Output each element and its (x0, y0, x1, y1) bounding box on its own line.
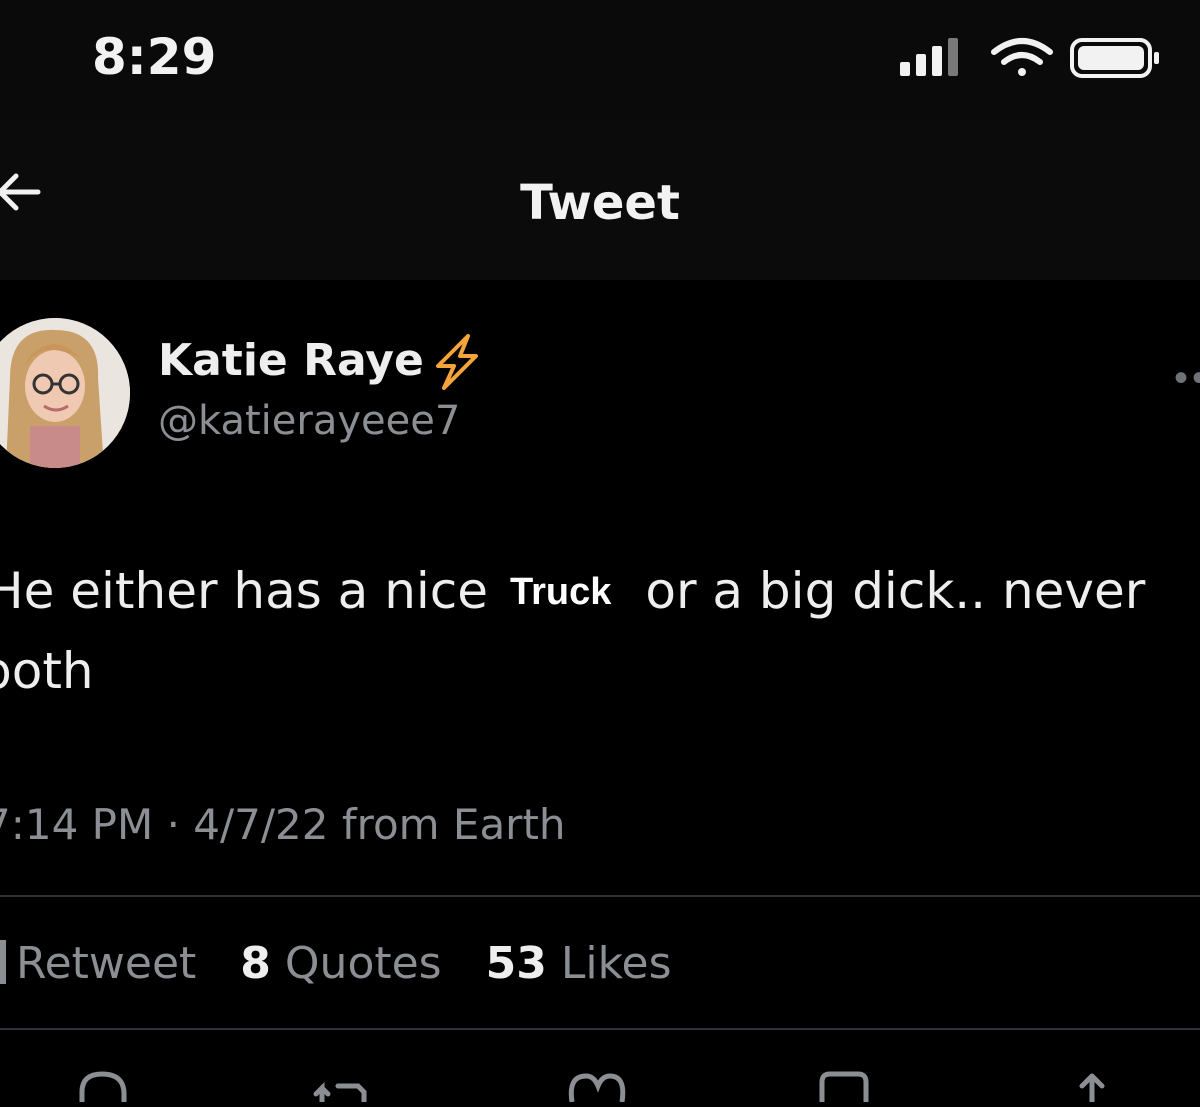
battery-icon (1070, 38, 1159, 78)
divider (0, 1028, 1200, 1030)
likes-stat[interactable]: 53 Likes (486, 938, 672, 989)
author-name[interactable]: Katie Raye (158, 335, 424, 386)
action-bar (0, 1062, 1200, 1105)
tweet-text-line-2: both (0, 642, 94, 700)
tweet-text-line-1: He either has a nice Truck or a big dick.… (0, 562, 1145, 620)
likes-label: Likes (560, 938, 672, 989)
status-time: 8:29 (92, 28, 217, 86)
likes-count: 53 (485, 938, 547, 989)
share-icon[interactable] (1064, 1062, 1124, 1105)
reply-icon[interactable] (72, 1062, 132, 1102)
tweet-text-start: He either has a nice (0, 562, 489, 620)
more-icon[interactable]: •• (1174, 356, 1200, 401)
retweet-icon[interactable] (312, 1062, 372, 1105)
cropped-count (0, 940, 6, 984)
bookmark-icon[interactable] (816, 1062, 876, 1102)
retweets-stat[interactable]: Retweet (16, 938, 196, 989)
cellular-signal-icon (900, 38, 958, 76)
divider (0, 895, 1200, 897)
quotes-label: Quotes (284, 938, 442, 989)
quotes-stat[interactable]: 8 Quotes (240, 938, 441, 989)
overlay-word: Truck (509, 571, 612, 613)
page-title: Tweet (520, 175, 680, 231)
status-icons (900, 36, 1170, 80)
like-icon[interactable] (566, 1062, 626, 1103)
tweet-text-end: or a big dick.. never (645, 562, 1146, 620)
wifi-icon (991, 38, 1053, 76)
lightning-bolt-icon (428, 332, 484, 392)
tweet-stats: Retweet 8 Quotes 53 Likes (0, 938, 702, 989)
tweet-timestamp[interactable]: 7:14 PM · 4/7/22 from Earth (0, 800, 566, 849)
status-bar: 8:29 (0, 0, 1200, 120)
avatar[interactable] (0, 318, 130, 468)
author-handle[interactable]: @katierayeee7 (158, 398, 460, 444)
quotes-count: 8 (240, 938, 271, 989)
